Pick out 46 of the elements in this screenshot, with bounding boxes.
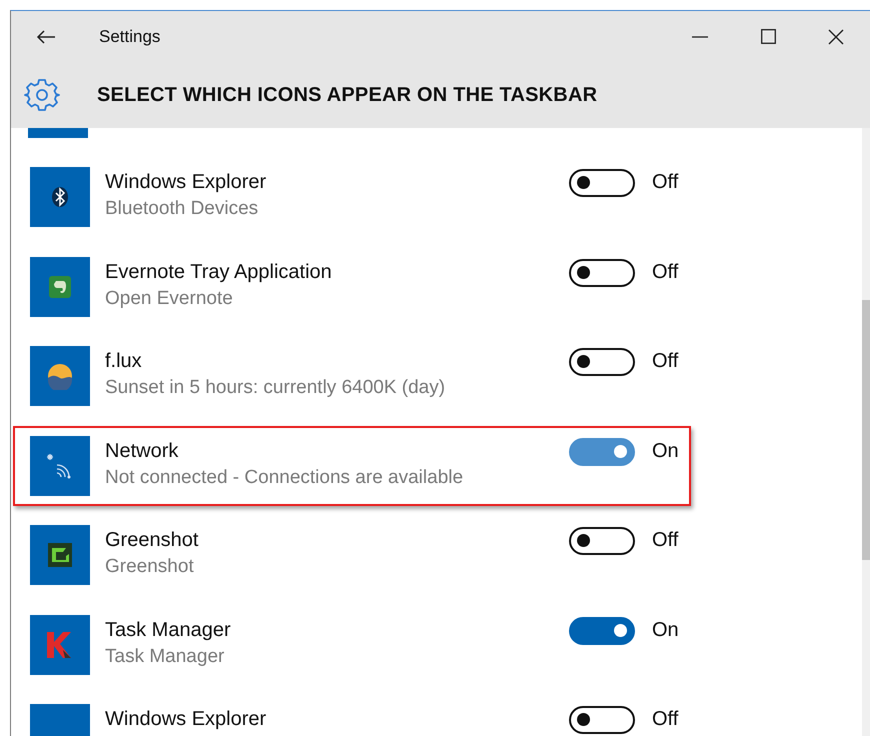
app-name: Task Manager (105, 618, 232, 642)
toggle-knob (577, 176, 590, 189)
toggle-switch[interactable] (569, 616, 635, 644)
minimize-icon[interactable] (692, 36, 708, 38)
scrollbar-thumb[interactable] (862, 300, 870, 560)
app-name: Evernote Tray Application (105, 260, 333, 284)
toggle-state-label: Off (652, 350, 678, 373)
settings-icon (24, 77, 60, 113)
app-description: Greenshot (105, 556, 195, 578)
frame-icon (47, 542, 73, 568)
toggle-knob (577, 266, 590, 278)
toggle-knob (614, 624, 627, 636)
bluetooth-icon (49, 186, 71, 208)
app-name: Network (105, 440, 180, 462)
back-arrow-icon[interactable] (36, 28, 56, 44)
toggle-switch[interactable] (569, 706, 635, 734)
maximize-icon[interactable] (760, 29, 776, 44)
app-name: f.lux (105, 350, 143, 373)
toggle-switch[interactable] (569, 527, 635, 555)
app-description: Task Manager (105, 646, 226, 668)
page-heading: SELECT WHICH ICONS APPEAR ON THE TASKBAR (97, 84, 598, 106)
window-title: Settings (99, 26, 162, 46)
toggle-state-label: Off (652, 708, 678, 731)
toggle-state-label: Off (652, 529, 678, 552)
toggle-knob (577, 355, 590, 368)
app-icon (28, 128, 88, 138)
toggle-knob (614, 444, 627, 458)
app-description: Bluetooth Devices (105, 198, 260, 220)
toggle-switch[interactable] (569, 438, 635, 466)
app-description: Open Evernote (105, 288, 234, 310)
toggle-state-label: Off (652, 171, 678, 194)
toggle-switch[interactable] (569, 348, 635, 376)
toggle-switch[interactable] (569, 258, 635, 286)
app-name: Windows Explorer (105, 171, 268, 194)
app-name: Greenshot (105, 529, 200, 552)
toggle-knob (577, 713, 590, 726)
toggle-switch[interactable] (569, 169, 635, 197)
app-description: Sunset in 5 hours: currently 6400K (day) (105, 377, 446, 399)
toggle-state-label: Off (652, 260, 678, 284)
toggle-knob (577, 534, 590, 547)
elephant-icon (48, 274, 72, 298)
app-description: Not connected - Connections are available (105, 466, 464, 488)
close-icon[interactable] (828, 28, 844, 44)
app-name: Windows Explorer (105, 708, 268, 731)
toggle-state-label: On (652, 618, 679, 642)
toggle-state-label: On (652, 440, 679, 462)
